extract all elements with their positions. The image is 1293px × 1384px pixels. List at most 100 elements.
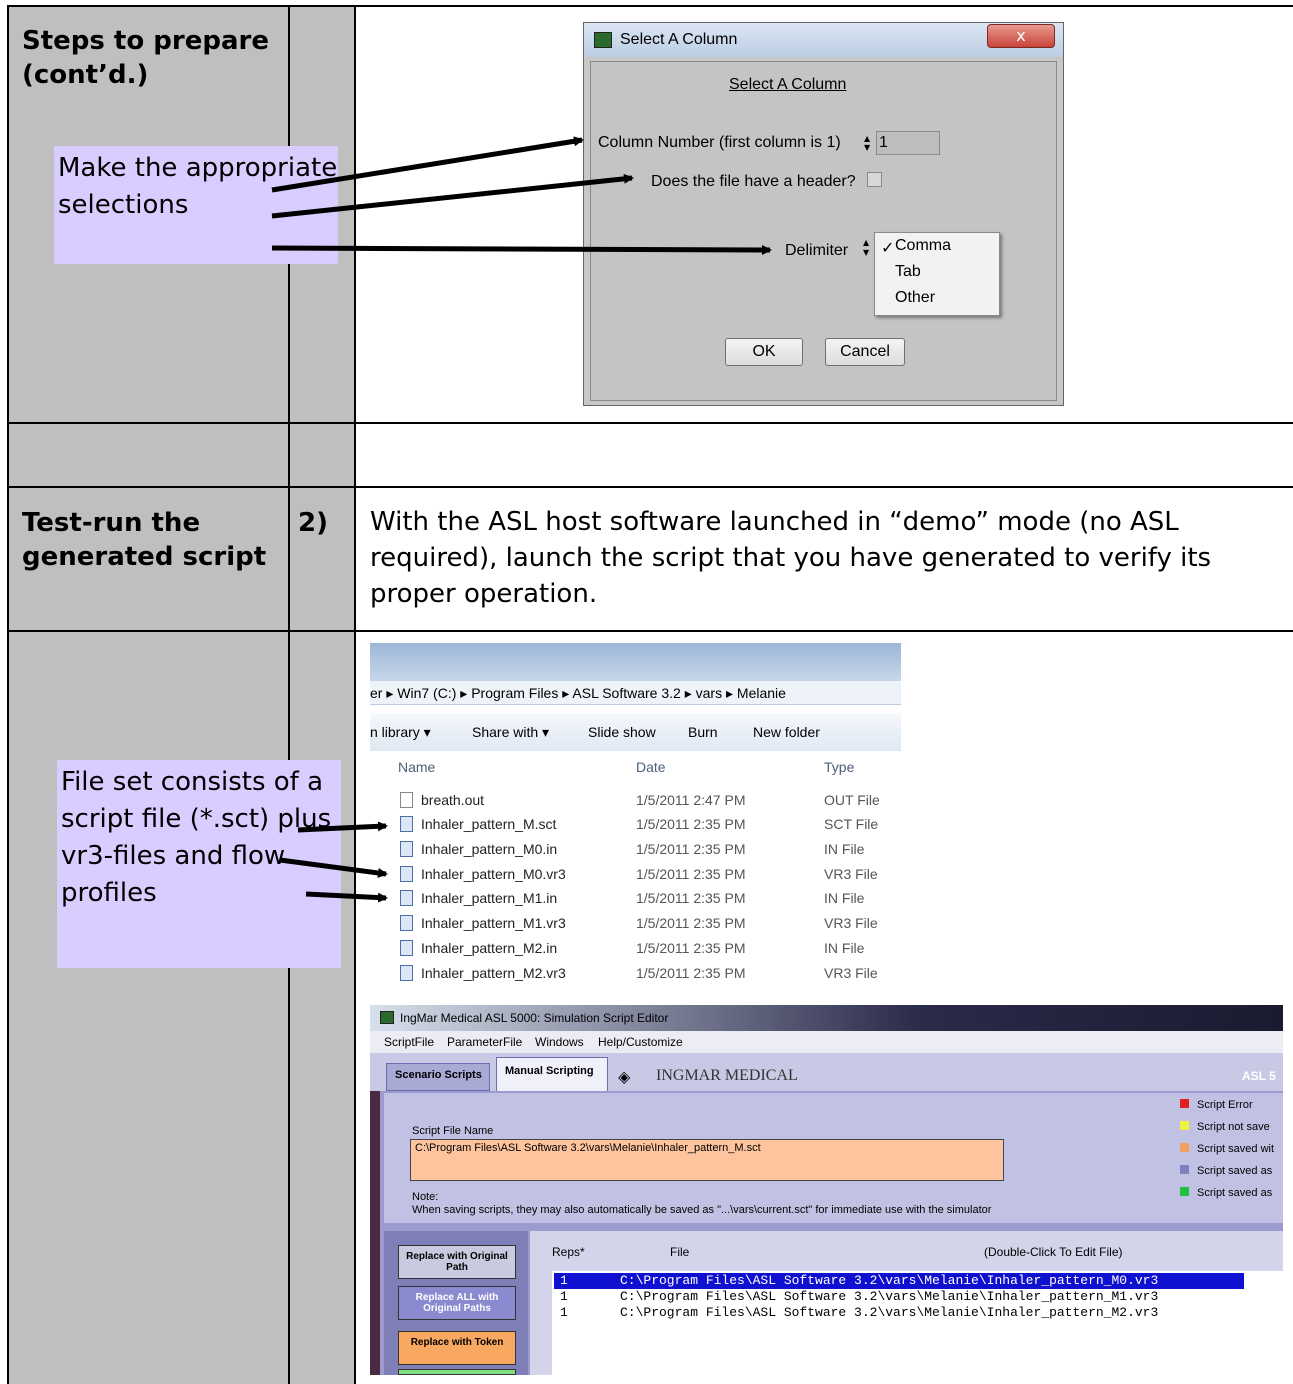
breadcrumb-part[interactable]: vars (696, 685, 722, 701)
script-info-panel: Script File Name C:\Program Files\ASL So… (384, 1093, 1283, 1223)
arrow-to-vr3-file (279, 857, 388, 878)
menu-scriptfile[interactable]: ScriptFile (384, 1035, 434, 1049)
arrow-to-column-number (271, 136, 584, 193)
file-path: C:\Program Files\ASL Software 3.2\vars\M… (620, 1289, 1159, 1304)
note-text: When saving scripts, they may also autom… (412, 1204, 992, 1216)
breadcrumb[interactable]: er ▸ Win7 (C:) ▸ Program Files ▸ ASL Sof… (370, 685, 786, 702)
breadcrumb-part[interactable]: Melanie (737, 685, 786, 701)
explorer-titlebar (370, 643, 901, 681)
breadcrumb-part[interactable]: er (370, 685, 382, 701)
file-type: OUT File (824, 792, 880, 808)
row1-arrows (271, 136, 772, 255)
legend-text: Script saved as (1197, 1187, 1273, 1199)
arrow-to-sct-file (297, 821, 388, 833)
tab-scenario-scripts[interactable]: Scenario Scripts (386, 1063, 490, 1091)
legend-item: Script Error (1180, 1099, 1253, 1111)
breadcrumb-part[interactable]: Win7 (C:) (397, 685, 456, 701)
file-row[interactable]: Inhaler_pattern_M1.in 1/5/2011 2:35 PM IN … (370, 886, 900, 910)
app-icon (380, 1011, 394, 1024)
editor-tab-strip: Scenario Scripts Manual Scripting ◈ INGM… (370, 1053, 1283, 1091)
file-date: 1/5/2011 2:35 PM (636, 841, 746, 857)
file-date: 1/5/2011 2:35 PM (636, 940, 746, 956)
file-type: VR3 File (824, 866, 878, 882)
toolbar-burn[interactable]: Burn (688, 724, 718, 740)
reps-value: 1 (560, 1273, 568, 1288)
toolbar-slide-show[interactable]: Slide show (588, 724, 656, 740)
file-name: Inhaler_pattern_M2.in (421, 940, 558, 956)
replace-all-original-paths-button[interactable]: Replace ALL with Original Paths (398, 1286, 516, 1320)
explorer-address-bar: er ▸ Win7 (C:) ▸ Program Files ▸ ASL Sof… (370, 681, 901, 705)
menu-parameterfile[interactable]: ParameterFile (447, 1035, 522, 1049)
legend-item: Script saved as (1180, 1187, 1272, 1199)
tab-manual-scripting[interactable]: Manual Scripting (496, 1057, 608, 1091)
list-row[interactable]: 1 C:\Program Files\ASL Software 3.2\vars… (554, 1289, 1244, 1305)
legend-item: Script not save (1180, 1121, 1270, 1133)
header-reps: Reps* (552, 1245, 585, 1259)
green-button[interactable] (398, 1369, 516, 1375)
note-label: Note: (412, 1191, 439, 1203)
script-path-field[interactable]: C:\Program Files\ASL Software 3.2\vars\M… (410, 1139, 1004, 1181)
file-type: VR3 File (824, 915, 878, 931)
header-double-click: (Double-Click To Edit File) (984, 1245, 1123, 1259)
column-header-name[interactable]: Name (398, 759, 435, 775)
column-header-type[interactable]: Type (824, 759, 854, 775)
status-legend: Script Error Script not save Script save… (1180, 1099, 1290, 1219)
file-type: SCT File (824, 816, 879, 832)
file-row[interactable]: Inhaler_pattern_M0.in 1/5/2011 2:35 PM IN … (370, 837, 900, 861)
file-date: 1/5/2011 2:35 PM (636, 816, 746, 832)
file-list: breath.out 1/5/2011 2:47 PM OUT File Inhal… (370, 788, 901, 988)
legend-text: Script saved as (1197, 1165, 1273, 1177)
brand-logo-icon: ◈ (618, 1069, 631, 1086)
arrow-to-in-file (305, 891, 388, 903)
file-name: Inhaler_pattern_M1.in (421, 890, 558, 906)
editor-titlebar: IngMar Medical ASL 5000: Simulation Scri… (370, 1005, 1283, 1031)
button-panel: Replace with Original Path Replace ALL w… (384, 1231, 528, 1375)
file-row[interactable]: Inhaler_pattern_M1.vr3 1/5/2011 2:35 PM VR… (370, 911, 900, 935)
legend-text: Script Error (1197, 1099, 1253, 1111)
legend-item: Script saved as (1180, 1165, 1272, 1177)
list-row-selected[interactable]: 1 C:\Program Files\ASL Software 3.2\vars… (554, 1273, 1244, 1289)
file-icon (400, 965, 413, 981)
script-file-list[interactable]: 1 C:\Program Files\ASL Software 3.2\vars… (552, 1271, 1283, 1375)
breadcrumb-part[interactable]: Program Files (471, 685, 558, 701)
legend-text: Script not save (1197, 1121, 1270, 1133)
explorer-toolbar: n library ▾ Share with ▾ Slide show Burn… (370, 713, 901, 751)
file-date: 1/5/2011 2:35 PM (636, 866, 746, 882)
toolbar-share-with[interactable]: Share with ▾ (472, 724, 549, 741)
script-editor-window: IngMar Medical ASL 5000: Simulation Scri… (370, 1005, 1283, 1375)
file-path: C:\Program Files\ASL Software 3.2\vars\M… (620, 1305, 1159, 1320)
row-divider-1 (7, 422, 1293, 424)
script-name-label: Script File Name (412, 1125, 494, 1137)
reps-value: 1 (560, 1289, 568, 1304)
file-row[interactable]: Inhaler_pattern_M.sct 1/5/2011 2:35 PM SCT… (370, 812, 900, 836)
toolbar-library[interactable]: n library ▾ (370, 724, 431, 741)
file-row[interactable]: Inhaler_pattern_M0.vr3 1/5/2011 2:35 PM VR… (370, 862, 900, 886)
file-date: 1/5/2011 2:47 PM (636, 792, 746, 808)
toolbar-new-folder[interactable]: New folder (753, 724, 820, 740)
file-row[interactable]: Inhaler_pattern_M2.in 1/5/2011 2:35 PM IN … (370, 936, 900, 960)
editor-title: IngMar Medical ASL 5000: Simulation Scri… (400, 1011, 669, 1025)
file-name: Inhaler_pattern_M2.vr3 (421, 965, 566, 981)
file-row[interactable]: Inhaler_pattern_M2.vr3 1/5/2011 2:35 PM VR… (370, 961, 900, 985)
legend-text: Script saved wit (1197, 1143, 1275, 1155)
header-file: File (670, 1245, 690, 1259)
brand-right: ASL 5 (1242, 1069, 1276, 1083)
menu-windows[interactable]: Windows (535, 1035, 584, 1049)
step-number: 2) (298, 508, 328, 538)
legend-swatch (1180, 1143, 1189, 1152)
brand-name: INGMAR MEDICAL (656, 1067, 798, 1084)
legend-swatch (1180, 1099, 1189, 1108)
editor-left-edge (370, 1091, 380, 1375)
replace-token-button[interactable]: Replace with Token (398, 1331, 516, 1365)
column-header-date[interactable]: Date (636, 759, 666, 775)
breadcrumb-part[interactable]: ASL Software 3.2 (572, 685, 680, 701)
file-name: breath.out (421, 792, 485, 808)
row-divider-3 (7, 630, 1293, 632)
replace-original-path-button[interactable]: Replace with Original Path (398, 1245, 516, 1279)
file-name: Inhaler_pattern_M.sct (421, 816, 557, 832)
file-row[interactable]: breath.out 1/5/2011 2:47 PM OUT File (370, 788, 900, 812)
list-row[interactable]: 1 C:\Program Files\ASL Software 3.2\vars… (554, 1305, 1244, 1321)
arrow-to-delimiter (271, 244, 772, 255)
menu-help-customize[interactable]: Help/Customize (598, 1035, 683, 1049)
row3-heading: Test-run the generated script (22, 508, 267, 572)
